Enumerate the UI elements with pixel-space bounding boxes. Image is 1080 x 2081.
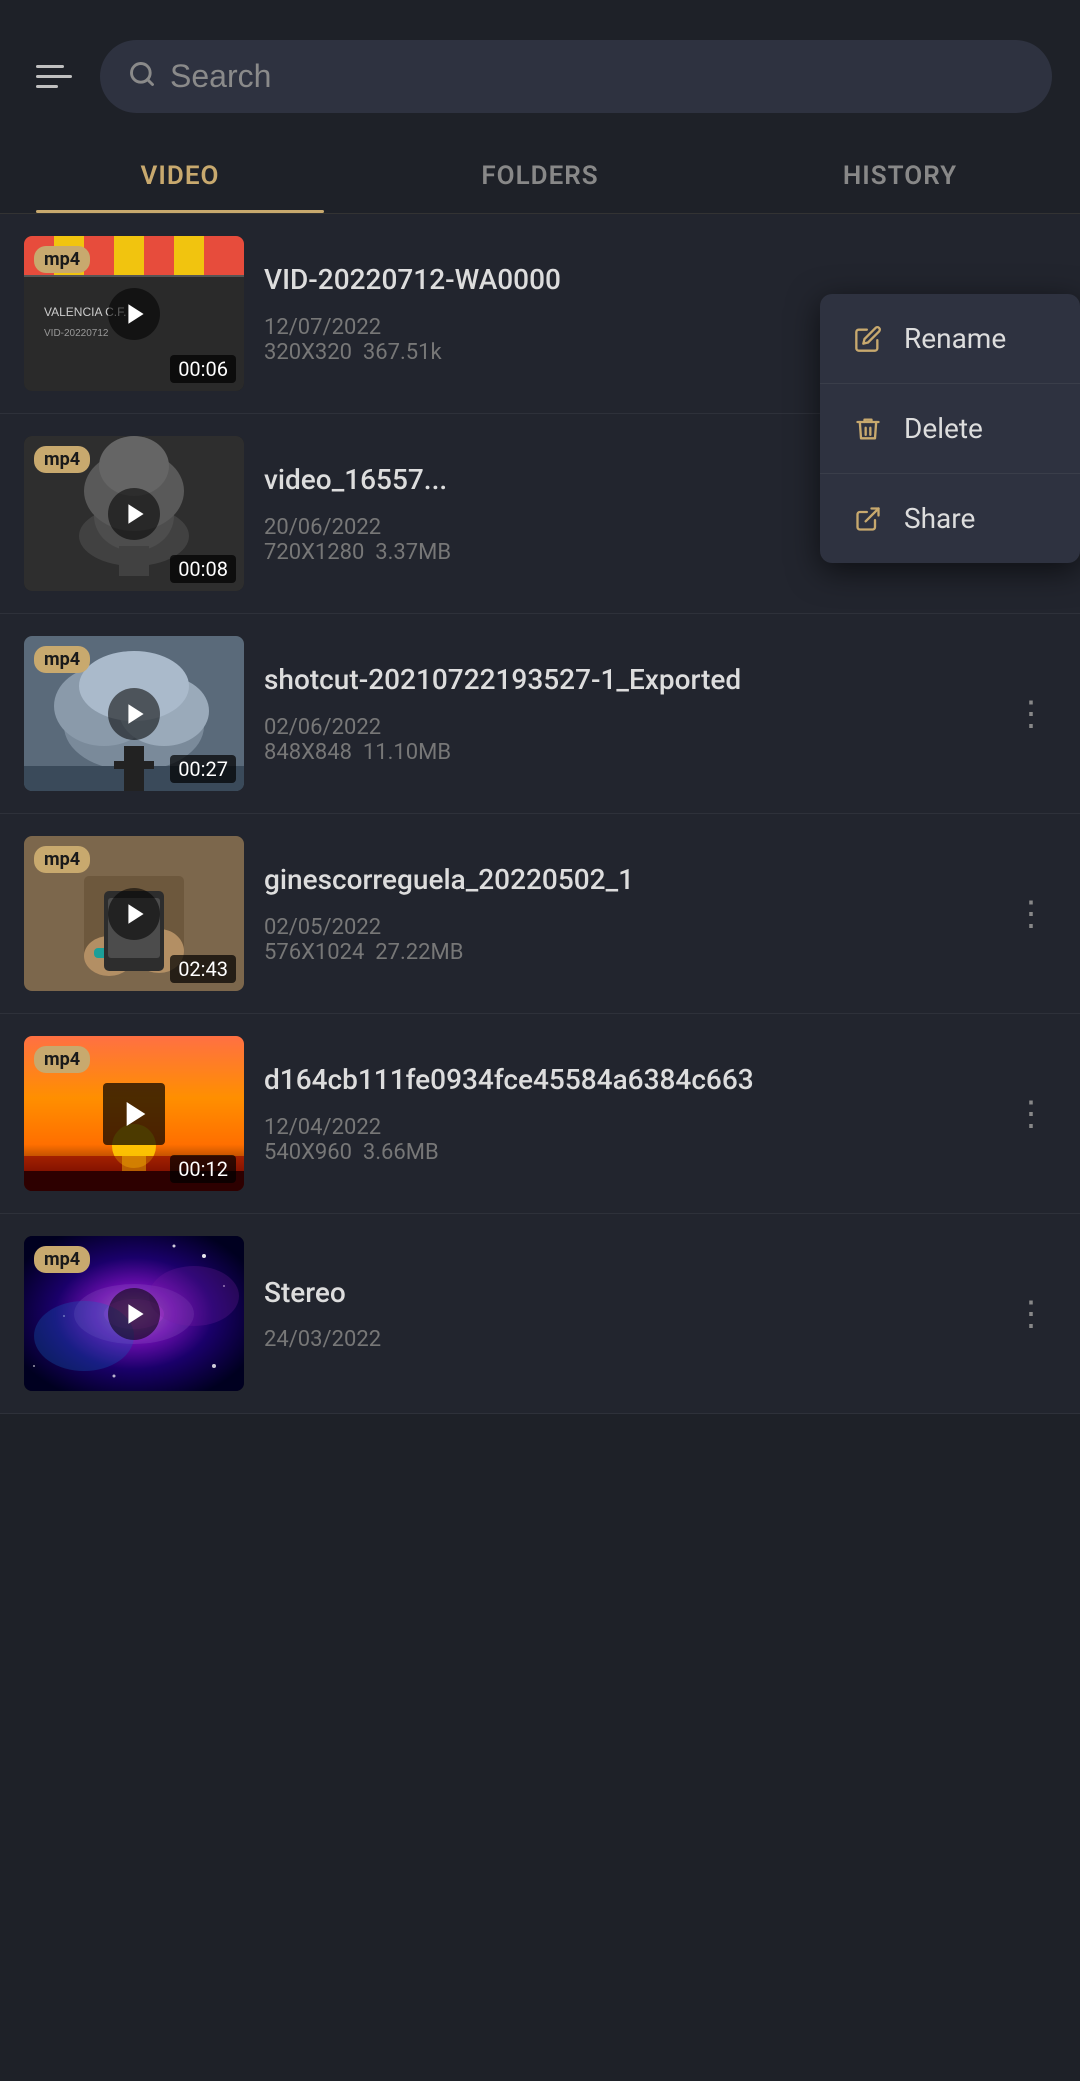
share-icon: [852, 503, 884, 535]
list-item: mp4 00:27 shotcut-20210722193527-1_Expor…: [0, 614, 1080, 814]
more-options-button[interactable]: ⋮: [1006, 886, 1056, 942]
svg-text:VID-20220712: VID-20220712: [44, 328, 109, 339]
video-info: shotcut-20210722193527-1_Exported 02/06/…: [264, 662, 986, 764]
rename-menu-item[interactable]: Rename: [820, 294, 1080, 384]
video-meta: 02/06/2022848X848 11.10MB: [264, 715, 986, 765]
duration-badge: 00:08: [170, 555, 236, 583]
tab-bar: VIDEO FOLDERS HISTORY: [0, 133, 1080, 214]
video-title: shotcut-20210722193527-1_Exported: [264, 662, 986, 698]
menu-button[interactable]: [28, 57, 80, 96]
video-list: VALENCIA C.F. VID-20220712 mp4 00:06 VID…: [0, 214, 1080, 1414]
more-options-button[interactable]: ⋮: [1006, 1086, 1056, 1142]
format-badge: mp4: [34, 846, 90, 873]
video-title: d164cb111fe0934fce45584a6384c663: [264, 1062, 986, 1098]
video-thumbnail[interactable]: mp4: [24, 1236, 244, 1391]
search-input[interactable]: [170, 58, 1024, 95]
play-button[interactable]: [108, 288, 160, 340]
video-title: ginescorreguela_20220502_1: [264, 862, 986, 898]
format-badge: mp4: [34, 446, 90, 473]
play-button[interactable]: [108, 488, 160, 540]
play-button[interactable]: [108, 688, 160, 740]
share-menu-item[interactable]: Share: [820, 474, 1080, 563]
play-button[interactable]: [108, 888, 160, 940]
play-button[interactable]: [108, 1288, 160, 1340]
more-options-button[interactable]: ⋮: [1006, 686, 1056, 742]
rename-label: Rename: [904, 322, 1006, 355]
video-meta: 12/04/2022540X960 3.66MB: [264, 1115, 986, 1165]
more-options-button[interactable]: ⋮: [1006, 1286, 1056, 1342]
video-meta: 02/05/2022576X1024 27.22MB: [264, 915, 986, 965]
format-badge: mp4: [34, 1046, 90, 1073]
delete-label: Delete: [904, 412, 983, 445]
share-label: Share: [904, 502, 975, 535]
context-menu: Rename Delete: [820, 294, 1080, 563]
list-item: mp4 Stereo 24/03/2022 ⋮: [0, 1214, 1080, 1414]
delete-menu-item[interactable]: Delete: [820, 384, 1080, 474]
format-badge: mp4: [34, 246, 90, 273]
tab-video[interactable]: VIDEO: [0, 133, 360, 213]
tab-folders[interactable]: FOLDERS: [360, 133, 720, 213]
rename-icon: [852, 323, 884, 355]
search-icon: [128, 60, 156, 94]
tab-history[interactable]: HISTORY: [720, 133, 1080, 213]
format-badge: mp4: [34, 646, 90, 673]
format-badge: mp4: [34, 1246, 90, 1273]
video-thumbnail[interactable]: mp4 00:12: [24, 1036, 244, 1191]
list-item: mp4 02:43 ginescorreguela_20220502_1 02/…: [0, 814, 1080, 1014]
video-thumbnail[interactable]: VALENCIA C.F. VID-20220712 mp4 00:06: [24, 236, 244, 391]
duration-badge: 02:43: [170, 955, 236, 983]
video-thumbnail[interactable]: mp4 02:43: [24, 836, 244, 991]
duration-badge: 00:27: [170, 755, 236, 783]
duration-badge: 00:06: [170, 355, 236, 383]
video-meta: 24/03/2022: [264, 1327, 986, 1352]
header: [0, 0, 1080, 133]
video-info: d164cb111fe0934fce45584a6384c663 12/04/2…: [264, 1062, 986, 1164]
list-item: mp4 00:12 d164cb111fe0934fce45584a6384c6…: [0, 1014, 1080, 1214]
video-thumbnail[interactable]: mp4 00:08: [24, 436, 244, 591]
play-button[interactable]: [103, 1083, 165, 1145]
video-thumbnail[interactable]: mp4 00:27: [24, 636, 244, 791]
video-title: Stereo: [264, 1275, 986, 1311]
search-bar[interactable]: [100, 40, 1052, 113]
video-info: ginescorreguela_20220502_1 02/05/2022576…: [264, 862, 986, 964]
delete-icon: [852, 413, 884, 445]
video-info: Stereo 24/03/2022: [264, 1275, 986, 1352]
duration-badge: 00:12: [170, 1155, 236, 1183]
list-item: VALENCIA C.F. VID-20220712 mp4 00:06 VID…: [0, 214, 1080, 414]
